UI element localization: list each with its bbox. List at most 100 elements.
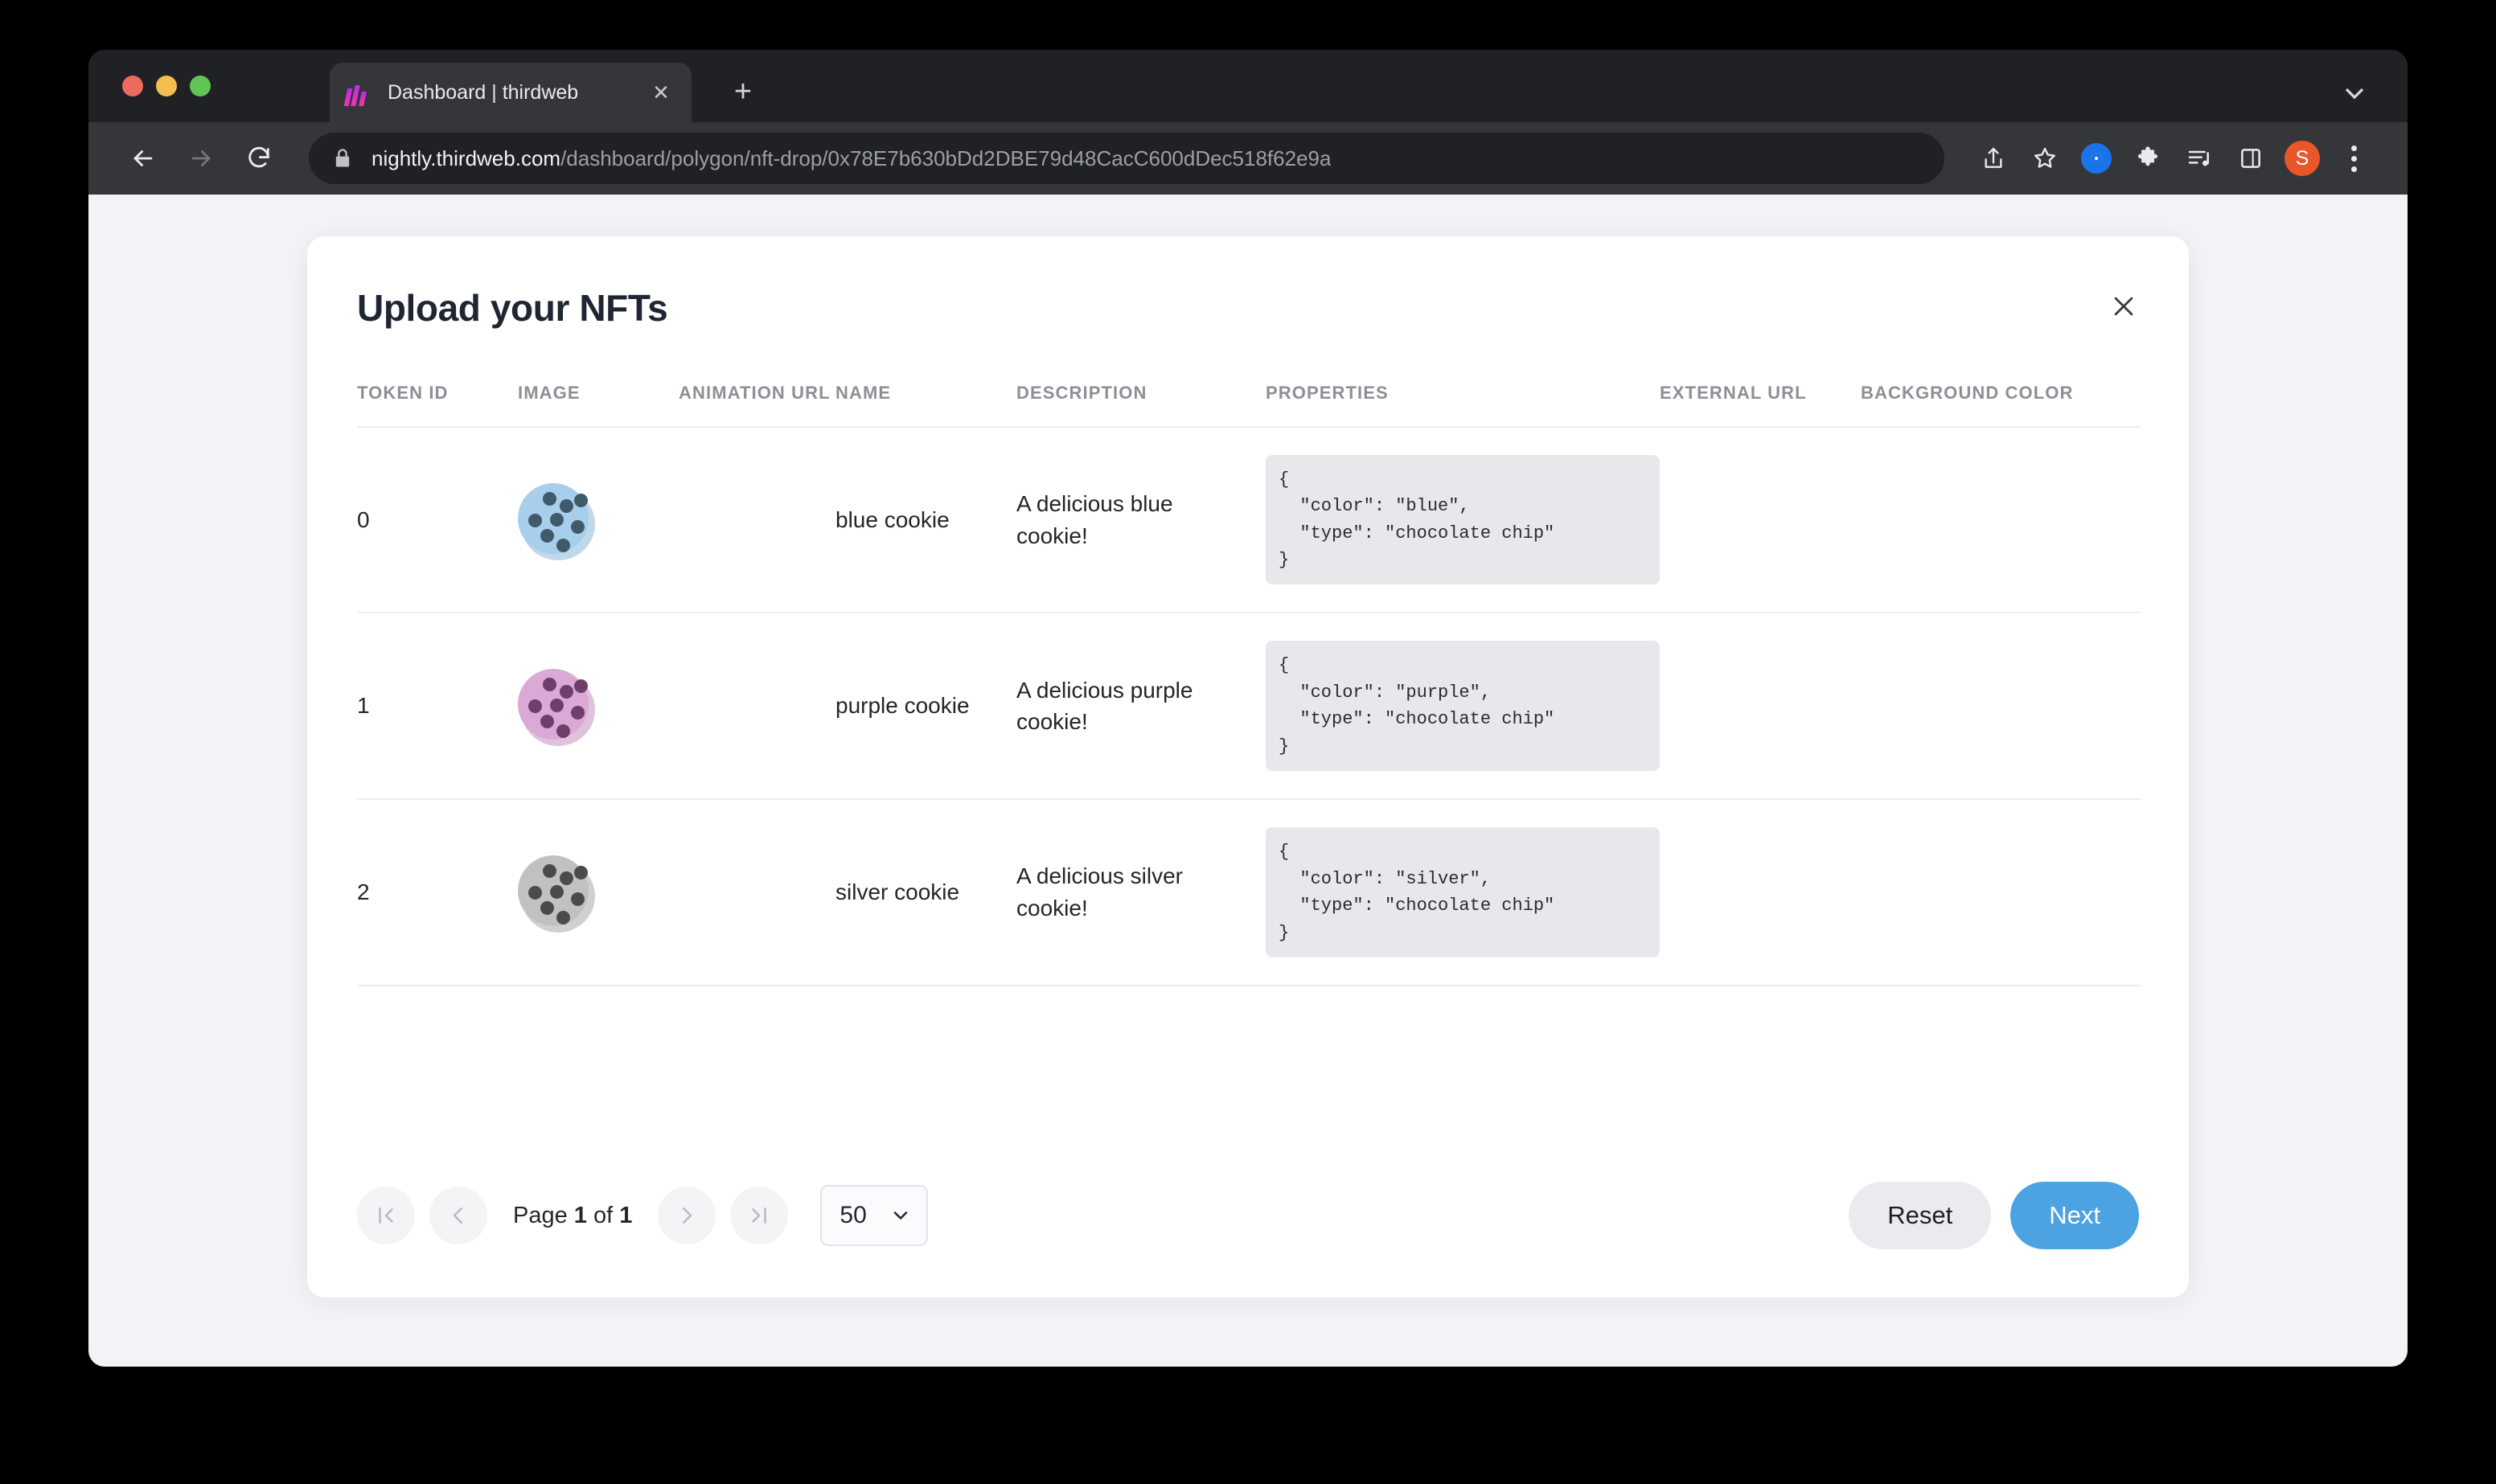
cell-properties: { "color": "purple", "type": "chocolate … [1266,613,1660,801]
chevron-down-icon [894,1211,908,1220]
table-row: 1 purple cookie A delicious purple cooki… [357,613,2141,801]
cell-description: A delicious purple cookie! [1016,613,1266,801]
browser-tab-title: Dashboard | thirdweb [388,80,579,104]
cell-background-color [1861,613,2141,801]
cell-image [518,613,679,801]
page-title: Upload your NFTs [357,287,668,329]
cell-animation-url [679,799,835,986]
cell-image [518,426,679,614]
close-window-button[interactable] [122,76,143,96]
pagination-middle: of [586,1202,620,1228]
column-header-token-id: TOKEN ID [357,383,449,403]
plus-icon[interactable]: + [724,72,762,111]
browser-window: Dashboard | thirdweb ✕ + nightly.thirdwe… [88,50,2408,1367]
table-footer: Page 1 of 1 50 Reset Next [357,1177,2139,1254]
previous-page-icon[interactable] [429,1187,487,1244]
page-size-select[interactable]: 50 [820,1185,929,1246]
table-row: 2 silver cookie A delicious silver cooki… [357,799,2141,986]
media-playlist-icon[interactable] [2178,137,2221,180]
column-header-animation-url: ANIMATION URL [679,383,831,403]
reset-button[interactable]: Reset [1849,1182,1992,1249]
avatar[interactable]: S [2280,137,2324,180]
forward-arrow-icon[interactable] [179,136,224,181]
cell-token-id: 0 [357,426,518,614]
cell-token-id: 2 [357,799,518,986]
column-header-description: DESCRIPTION [1016,383,1147,403]
cell-description-text: A delicious silver cookie! [1016,863,1183,921]
next-page-icon[interactable] [658,1187,716,1244]
footer-actions: Reset Next [1849,1182,2139,1249]
cell-description: A delicious silver cookie! [1016,799,1266,986]
side-panel-icon[interactable] [2229,137,2272,180]
page-viewport: Upload your NFTs TOKEN ID IMAGE ANIMATIO… [88,195,2408,1367]
cell-token-id: 1 [357,613,518,801]
column-header-external-url: EXTERNAL URL [1660,383,1807,403]
bookmark-star-icon[interactable] [2023,137,2067,180]
pagination-label: Page 1 of 1 [513,1203,632,1229]
browser-tab[interactable]: Dashboard | thirdweb ✕ [330,63,692,122]
purple-cookie-image [518,669,595,747]
pagination-prefix: Page [513,1202,574,1228]
next-button[interactable]: Next [2010,1182,2139,1249]
cell-description-text: A delicious purple cookie! [1016,677,1193,735]
cell-background-color [1861,426,2141,614]
cell-name-text: blue cookie [835,506,950,532]
cell-external-url [1660,799,1861,986]
column-header-background-color: BACKGROUND COLOR [1861,383,2074,403]
cell-animation-url [679,613,835,801]
thirdweb-logo-icon [343,79,373,106]
first-page-icon[interactable] [357,1187,415,1244]
last-page-icon[interactable] [730,1187,789,1244]
page-size-value: 50 [840,1202,867,1228]
cell-name-text: purple cookie [835,693,970,719]
properties-json: { "color": "purple", "type": "chocolate … [1266,641,1660,772]
silver-cookie-image [518,855,595,933]
browser-tab-strip: Dashboard | thirdweb ✕ + [88,50,2408,122]
cell-external-url [1660,613,1861,801]
lock-icon [331,147,354,170]
cell-name-text: silver cookie [835,879,960,905]
cell-name: blue cookie [835,426,1016,614]
properties-json: { "color": "silver", "type": "chocolate … [1266,827,1660,957]
cell-description-text: A delicious blue cookie! [1016,490,1173,548]
column-header-name: NAME [835,383,892,403]
cell-image [518,799,679,986]
maximize-window-button[interactable] [190,76,211,96]
cell-name: silver cookie [835,799,1016,986]
minimize-window-button[interactable] [156,76,177,96]
pagination-current-page: 1 [573,1202,587,1228]
window-traffic-lights [122,76,211,96]
cell-animation-url [679,426,835,614]
puzzle-piece-icon[interactable] [2126,137,2170,180]
url-domain: nightly.thirdweb.com [372,146,561,170]
address-bar[interactable]: nightly.thirdweb.com/dashboard/polygon/n… [309,133,1944,184]
close-icon[interactable]: ✕ [647,78,675,107]
url-path: /dashboard/polygon/nft-drop/0x78E7b630bD… [560,146,1332,170]
table-body: 0 blue cookie A delicious blue cookie! {… [357,426,2141,986]
pagination-total-pages: 1 [619,1202,633,1228]
back-arrow-icon[interactable] [121,136,166,181]
extension-blue-circle-icon[interactable] [2075,137,2118,180]
cell-name: purple cookie [835,613,1016,801]
address-bar-url: nightly.thirdweb.com/dashboard/polygon/n… [372,146,1331,171]
upload-nfts-modal: Upload your NFTs TOKEN ID IMAGE ANIMATIO… [307,236,2189,1297]
pagination-controls: Page 1 of 1 50 [357,1185,929,1246]
cell-properties: { "color": "silver", "type": "chocolate … [1266,799,1660,986]
table-header-row: TOKEN ID IMAGE ANIMATION URL NAME DESCRI… [357,367,2141,427]
nft-preview-table: TOKEN ID IMAGE ANIMATION URL NAME DESCRI… [357,367,2141,986]
close-icon[interactable] [2100,283,2147,330]
profile-initial: S [2285,141,2320,176]
column-header-image: IMAGE [518,383,581,403]
table-row: 0 blue cookie A delicious blue cookie! {… [357,426,2141,614]
kebab-menu-icon[interactable] [2332,137,2375,180]
cell-external-url [1660,426,1861,614]
cell-description: A delicious blue cookie! [1016,426,1266,614]
cell-background-color [1861,799,2141,986]
column-header-properties: PROPERTIES [1266,383,1389,403]
blue-cookie-image [518,482,595,560]
share-icon[interactable] [1972,137,2015,180]
reload-icon[interactable] [236,136,281,181]
chevron-down-icon[interactable] [2338,77,2371,109]
browser-toolbar: nightly.thirdweb.com/dashboard/polygon/n… [88,122,2408,195]
properties-json: { "color": "blue", "type": "chocolate ch… [1266,454,1660,585]
